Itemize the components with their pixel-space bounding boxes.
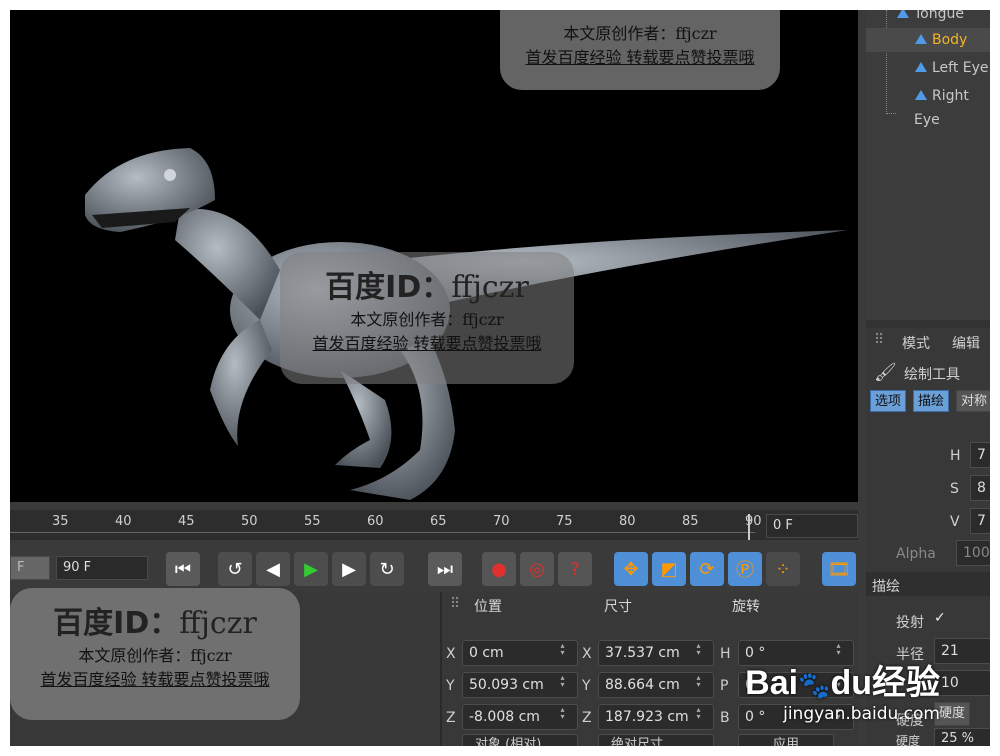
- coord-mode-dropdown[interactable]: 对象 (相对): [462, 734, 578, 746]
- size-mode-dropdown[interactable]: 绝对尺寸: [598, 734, 714, 746]
- keyframe-selection-icon[interactable]: ?: [558, 552, 592, 586]
- auto-key-icon[interactable]: ◎: [520, 552, 554, 586]
- alpha-label: Alpha: [896, 546, 936, 562]
- timeline-tick-label: 85: [682, 514, 699, 529]
- ruler-ticks: [10, 532, 755, 540]
- timeline-tick-label: 40: [115, 514, 132, 529]
- hardness-field[interactable]: 25 %: [934, 728, 990, 746]
- timeline-tick-label: 80: [619, 514, 636, 529]
- grip-icon: ⠿: [450, 596, 461, 612]
- step-back-icon[interactable]: ◀: [256, 552, 290, 586]
- alpha-field[interactable]: 100: [956, 540, 990, 566]
- scale-key-icon[interactable]: ◩: [652, 552, 686, 586]
- rot-b-label: B: [720, 710, 730, 726]
- goto-end-icon[interactable]: ⏭: [428, 552, 462, 586]
- record-keys-icon[interactable]: ●: [482, 552, 516, 586]
- watermark-top: 本文原创作者：ffjczr 首发百度经验 转载要点赞投票哦: [500, 10, 780, 90]
- watermark-bottom-left: 百度ID：ffjczr 本文原创作者：ffjczr 首发百度经验 转载要点赞投票…: [10, 588, 300, 720]
- rot-h-label: H: [720, 646, 731, 662]
- polygon-object-icon: [915, 90, 927, 100]
- timeline-tick-label: 75: [556, 514, 573, 529]
- h-label: H: [950, 448, 961, 464]
- baidu-jingyan-logo: Bai🐾du经验 jingyan.baidu.com: [745, 664, 940, 724]
- move-key-icon[interactable]: ✥: [614, 552, 648, 586]
- timeline-tick-label: 60: [367, 514, 384, 529]
- polygon-object-icon: [915, 62, 927, 72]
- tab-symmetry[interactable]: 对称: [956, 390, 990, 412]
- timeline-tick-label: 70: [493, 514, 510, 529]
- next-key-icon[interactable]: ↻: [370, 552, 404, 586]
- s-label: S: [950, 481, 959, 497]
- s-field[interactable]: 8: [970, 475, 990, 501]
- pos-y-field[interactable]: 50.093 cm: [462, 672, 578, 698]
- pos-z-field[interactable]: -8.008 cm: [462, 704, 578, 730]
- strength-field[interactable]: 10: [934, 670, 990, 696]
- rotate-key-icon[interactable]: ⟳: [690, 552, 724, 586]
- paint-tool-icon: 🖌: [874, 362, 897, 383]
- position-header: 位置: [474, 599, 502, 615]
- end-frame-field[interactable]: 90 F: [56, 556, 148, 580]
- timeline-icon[interactable]: 🎞: [822, 552, 856, 586]
- start-frame-field[interactable]: F: [10, 556, 50, 580]
- menu-mode[interactable]: 模式: [902, 333, 930, 353]
- pos-y-label: Y: [446, 678, 455, 694]
- size-x-label: X: [582, 646, 592, 662]
- timeline-ruler[interactable]: 35 40 45 50 55 60 65 70 75 80 85 90: [10, 510, 858, 540]
- tab-paint[interactable]: 描绘: [913, 390, 950, 412]
- tab-options[interactable]: 选项: [870, 390, 907, 412]
- rot-p-label: P: [720, 678, 729, 694]
- size-y-field[interactable]: 88.664 cm: [598, 672, 714, 698]
- pos-z-label: Z: [446, 710, 456, 726]
- size-z-field[interactable]: 187.923 cm: [598, 704, 714, 730]
- current-frame-field[interactable]: 0 F: [766, 514, 858, 538]
- pla-key-icon[interactable]: ⁘: [766, 552, 800, 586]
- object-left-eye[interactable]: Left Eye: [914, 56, 989, 80]
- apply-button[interactable]: 应用: [738, 734, 834, 746]
- polygon-object-icon: [915, 34, 927, 44]
- section-paint: 描绘: [872, 579, 900, 595]
- grip-icon: ⠿: [874, 332, 885, 348]
- size-x-field[interactable]: 37.537 cm: [598, 640, 714, 666]
- goto-start-icon[interactable]: ⏮: [166, 552, 200, 586]
- rotation-header: 旋转: [732, 599, 760, 615]
- size-header: 尺寸: [604, 599, 632, 615]
- h-field[interactable]: 7: [970, 442, 990, 468]
- watermark-center: 百度ID：ffjczr 本文原创作者：ffjczr 首发百度经验 转载要点赞投票…: [280, 252, 574, 384]
- object-manager: Tongue Body Left Eye Right Eye: [866, 10, 990, 320]
- play-icon[interactable]: ▶: [294, 552, 328, 586]
- timeline-tick-label: 50: [241, 514, 258, 529]
- object-tongue[interactable]: Tongue: [896, 10, 964, 26]
- timeline-tick-label: 65: [430, 514, 447, 529]
- timeline-tick-label: 35: [52, 514, 69, 529]
- object-right-eye[interactable]: Right Eye: [914, 84, 990, 128]
- prev-key-icon[interactable]: ↺: [218, 552, 252, 586]
- timeline-tick-label: 45: [178, 514, 195, 529]
- c4d-window: Tongue Body Left Eye Right Eye ⠿ 模式 编辑 🖌…: [10, 10, 990, 746]
- projection-checkbox[interactable]: ✓: [934, 610, 946, 626]
- right-panel: Tongue Body Left Eye Right Eye ⠿ 模式 编辑 🖌…: [866, 10, 990, 746]
- v-field[interactable]: 7: [970, 508, 990, 534]
- size-z-label: Z: [582, 710, 592, 726]
- size-y-label: Y: [582, 678, 591, 694]
- playback-toolbar: F 90 F ⏮ ↺ ◀ ▶ ▶ ↻ ⏭ ● ◎ ? ✥ ◩ ⟳ Ⓟ ⁘ 🎞: [10, 548, 858, 590]
- playhead[interactable]: [748, 514, 750, 540]
- projection-label: 投射: [896, 615, 924, 631]
- object-body[interactable]: Body: [866, 28, 990, 52]
- pos-x-field[interactable]: 0 cm: [462, 640, 578, 666]
- menu-edit[interactable]: 编辑: [952, 333, 980, 353]
- timeline-tick-label: 55: [304, 514, 321, 529]
- parameter-key-icon[interactable]: Ⓟ: [728, 552, 762, 586]
- radius-field[interactable]: 21: [934, 638, 990, 664]
- step-forward-icon[interactable]: ▶: [332, 552, 366, 586]
- polygon-object-icon: [897, 10, 909, 18]
- hardness-label-2: 硬度: [896, 734, 921, 746]
- v-label: V: [950, 514, 960, 530]
- pos-x-label: X: [446, 646, 456, 662]
- tool-title: 绘制工具: [904, 367, 960, 383]
